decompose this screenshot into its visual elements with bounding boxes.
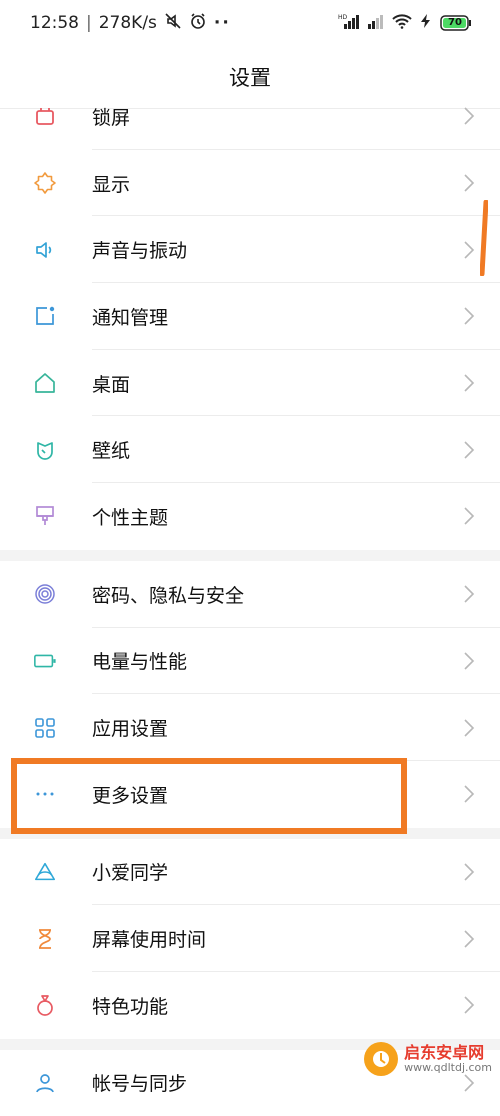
notification-icon	[33, 304, 57, 328]
chevron-right-icon	[464, 441, 475, 459]
battery-indicator: 70	[440, 15, 472, 31]
status-left: 12:58 | 278K/s ··	[30, 12, 231, 35]
home-icon	[33, 371, 57, 395]
chevron-right-icon	[464, 785, 475, 803]
network-speed: 278K/s	[98, 13, 157, 33]
settings-item-label: 声音与振动	[92, 240, 188, 263]
chevron-right-icon	[464, 585, 475, 603]
more-notifications-icon: ··	[213, 13, 231, 33]
settings-item-home[interactable]: 桌面	[0, 350, 500, 417]
signal-icon	[367, 13, 385, 34]
mute-icon	[164, 12, 182, 35]
settings-item-theme[interactable]: 个性主题	[0, 483, 500, 550]
settings-item-screen-time[interactable]: 屏幕使用时间	[0, 905, 500, 972]
chevron-right-icon	[464, 930, 475, 948]
hd-signal-icon: HD	[338, 13, 360, 34]
speaker-icon	[33, 238, 57, 262]
alarm-icon	[189, 12, 207, 35]
section-separator	[0, 549, 500, 561]
settings-item-label: 桌面	[92, 373, 131, 396]
status-time: 12:58	[30, 13, 79, 33]
settings-item-notification[interactable]: 通知管理	[0, 283, 500, 350]
more-dots-icon	[33, 782, 57, 806]
settings-item-label: 壁纸	[92, 440, 131, 463]
watermark-url: www.qdltdj.com	[404, 1060, 492, 1074]
settings-item-label: 小爱同学	[92, 862, 169, 885]
settings-item-label: 特色功能	[92, 995, 169, 1018]
lock-screen-icon	[33, 104, 57, 128]
settings-item-display[interactable]: 显示	[0, 150, 500, 217]
settings-group-personalization: 锁屏 显示 声音与振动 通知管理 桌面 壁纸 个性主题	[0, 83, 500, 550]
chevron-right-icon	[464, 174, 475, 192]
settings-item-special[interactable]: 特色功能	[0, 972, 500, 1039]
settings-item-label: 屏幕使用时间	[92, 929, 207, 952]
hourglass-icon	[33, 927, 57, 951]
watermark: 启东安卓网 www.qdltdj.com	[364, 1042, 492, 1076]
settings-item-label: 帐号与同步	[92, 1073, 188, 1096]
chevron-right-icon	[464, 241, 475, 259]
settings-group-features: 小爱同学 屏幕使用时间 特色功能	[0, 839, 500, 1039]
wifi-icon	[392, 13, 412, 34]
settings-item-privacy[interactable]: 密码、隐私与安全	[0, 561, 500, 628]
settings-item-apps[interactable]: 应用设置	[0, 694, 500, 761]
settings-item-label: 更多设置	[92, 784, 169, 807]
settings-group-system: 密码、隐私与安全 电量与性能 应用设置 更多设置	[0, 561, 500, 828]
scroll-annotation-mark	[480, 200, 488, 276]
chevron-right-icon	[464, 863, 475, 881]
settings-item-sound[interactable]: 声音与振动	[0, 216, 500, 284]
xiaoai-icon	[33, 860, 57, 884]
charging-icon	[419, 13, 433, 34]
settings-item-wallpaper[interactable]: 壁纸	[0, 416, 500, 484]
chevron-right-icon	[464, 652, 475, 670]
battery-icon	[33, 649, 57, 673]
settings-item-battery[interactable]: 电量与性能	[0, 628, 500, 695]
settings-item-label: 密码、隐私与安全	[92, 584, 245, 607]
wallpaper-icon	[33, 438, 57, 462]
settings-item-label: 锁屏	[92, 106, 131, 129]
settings-item-label: 个性主题	[92, 506, 169, 529]
fingerprint-icon	[33, 582, 57, 606]
chevron-right-icon	[464, 107, 475, 125]
settings-item-xiaoai[interactable]: 小爱同学	[0, 839, 500, 906]
watermark-logo-icon	[364, 1042, 399, 1076]
settings-item-label: 应用设置	[92, 718, 169, 741]
settings-item-more[interactable]: 更多设置	[0, 761, 500, 828]
settings-item-lock-screen[interactable]: 锁屏	[0, 83, 500, 150]
battery-level: 70	[448, 17, 462, 28]
section-separator	[0, 827, 500, 839]
sun-icon	[33, 171, 57, 195]
status-separator: |	[86, 13, 92, 33]
settings-item-label: 电量与性能	[92, 651, 188, 674]
settings-item-label: 显示	[92, 173, 131, 196]
watermark-text: 启东安卓网 www.qdltdj.com	[404, 1044, 492, 1074]
settings-list: 锁屏 显示 声音与振动 通知管理 桌面 壁纸 个性主题 密码、隐私与安全 电量与…	[0, 83, 500, 1116]
settings-item-label: 通知管理	[92, 306, 169, 329]
apps-grid-icon	[33, 716, 57, 740]
chevron-right-icon	[464, 307, 475, 325]
chevron-right-icon	[464, 996, 475, 1014]
brush-icon	[33, 504, 57, 528]
account-icon	[33, 1071, 57, 1095]
chevron-right-icon	[464, 507, 475, 526]
status-right: HD 70	[338, 13, 472, 34]
watermark-title: 启东安卓网	[404, 1043, 485, 1063]
status-bar: 12:58 | 278K/s ·· HD 70	[0, 0, 500, 46]
chevron-right-icon	[464, 718, 475, 737]
chevron-right-icon	[464, 374, 475, 392]
special-feature-icon	[33, 993, 57, 1017]
svg-text:HD: HD	[338, 14, 348, 21]
